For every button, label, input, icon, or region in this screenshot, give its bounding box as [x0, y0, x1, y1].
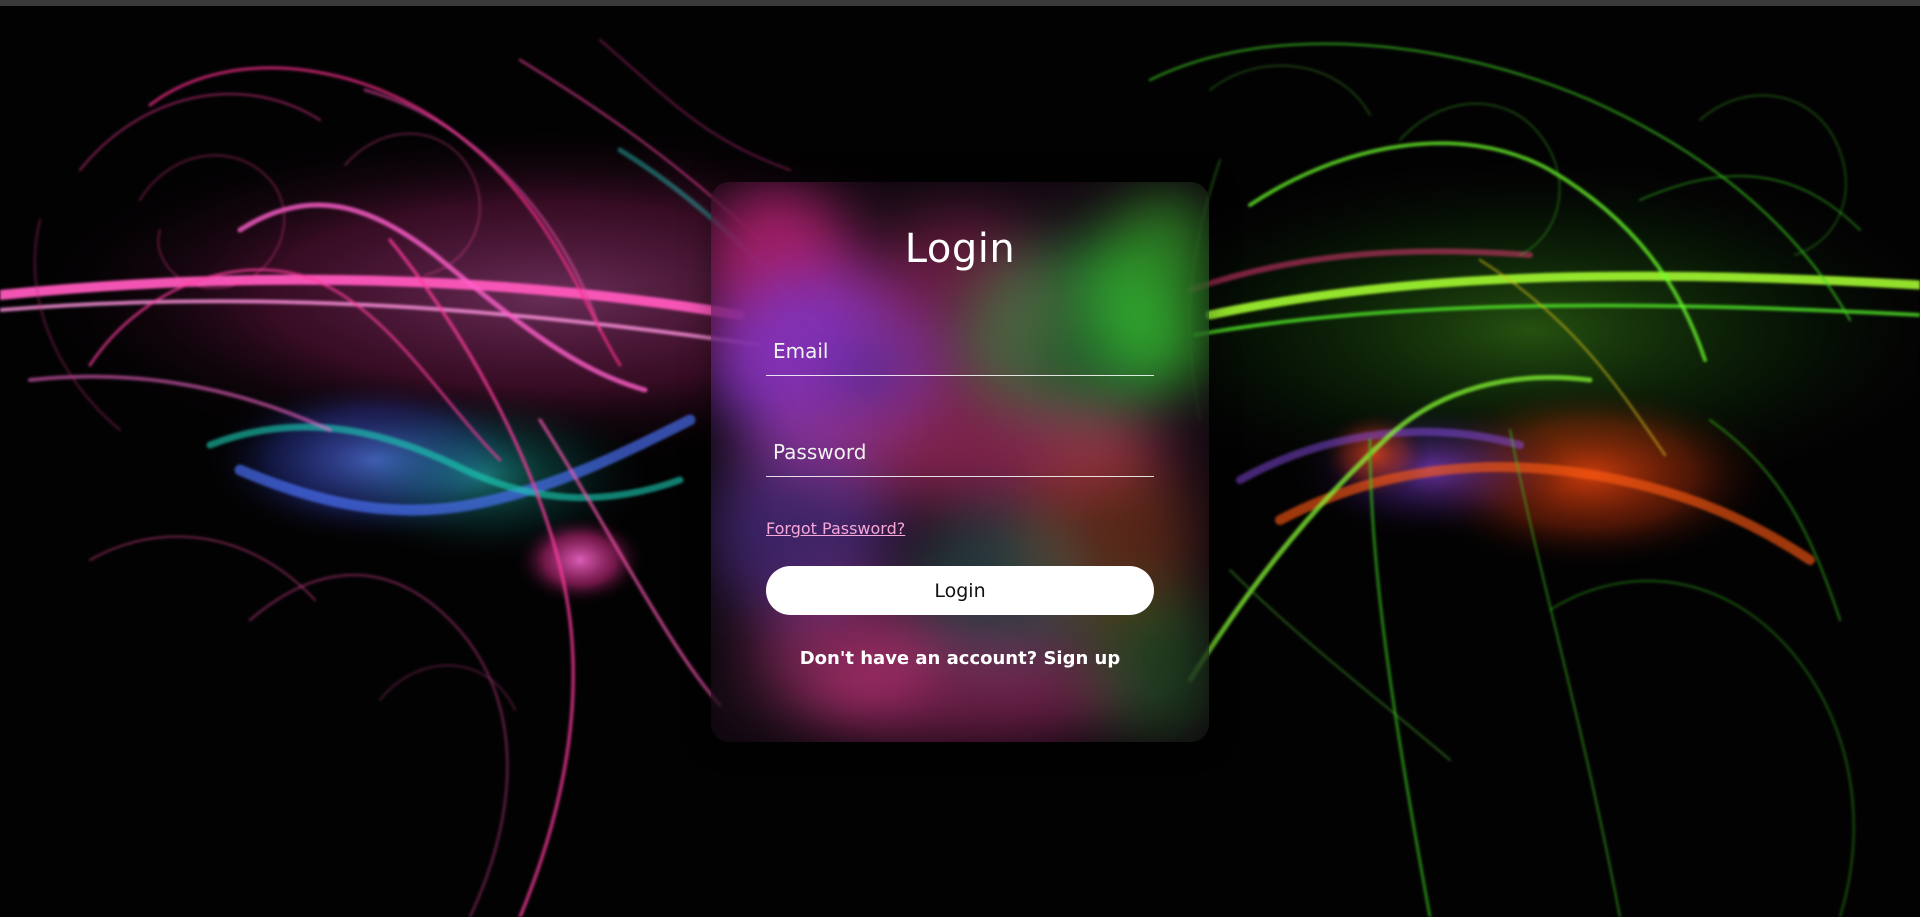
login-page: Login Forgot Password? Login Don't have …: [0, 0, 1920, 917]
signup-prompt: Don't have an account? Sign up: [711, 648, 1209, 669]
login-button[interactable]: Login: [766, 566, 1154, 615]
signup-prompt-text: Don't have an account?: [799, 648, 1038, 669]
login-title: Login: [904, 226, 1016, 272]
login-card: Login Forgot Password? Login Don't have …: [711, 182, 1209, 742]
login-form: Login Forgot Password? Login Don't have …: [711, 182, 1209, 742]
email-input[interactable]: [766, 327, 1154, 375]
signup-link[interactable]: Sign up: [1043, 648, 1120, 669]
email-field-wrapper: [766, 327, 1154, 376]
password-input[interactable]: [766, 428, 1154, 476]
password-field-wrapper: [766, 428, 1154, 477]
forgot-password-link[interactable]: Forgot Password?: [766, 519, 905, 538]
browser-top-strip: [0, 0, 1920, 6]
